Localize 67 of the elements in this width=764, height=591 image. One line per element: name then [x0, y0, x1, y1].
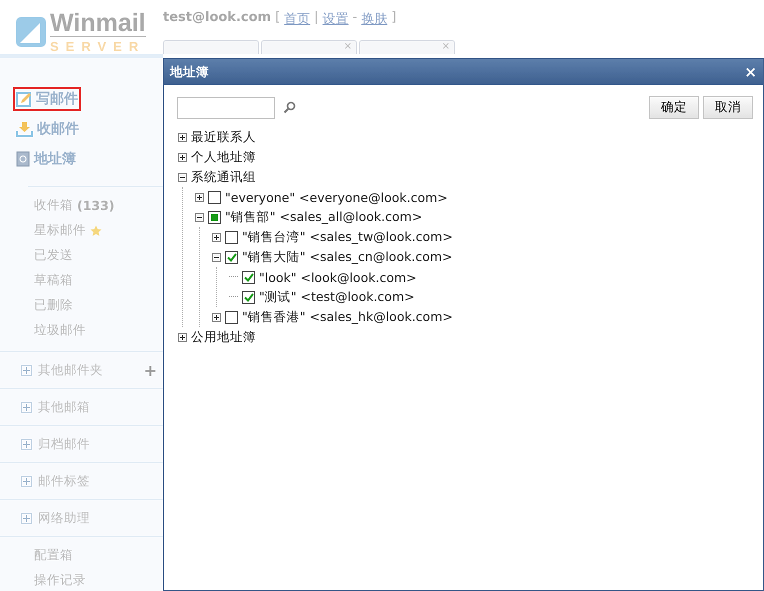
sidebar-section[interactable]: 网络助理	[38, 510, 90, 526]
dialog-title: 地址簿	[170, 64, 209, 80]
separator: |	[314, 10, 319, 27]
checkbox[interactable]	[225, 310, 238, 324]
logo-text: Winmail	[50, 10, 146, 36]
search-field[interactable]	[177, 96, 275, 118]
tree-item-label[interactable]: 公用地址簿	[191, 328, 256, 346]
expand-icon[interactable]	[178, 152, 187, 162]
dialog-button[interactable]: 取消	[703, 96, 753, 119]
sidebar-action[interactable]: 收邮件	[13, 117, 82, 141]
checkbox[interactable]	[225, 250, 238, 264]
unread-count: (133)	[77, 198, 115, 213]
tree-item-label[interactable]: 最近联系人	[191, 128, 256, 146]
folder-item[interactable]: 已删除	[34, 297, 73, 314]
sidebar-section[interactable]: 邮件标签	[38, 472, 90, 490]
close-button[interactable]: ×	[744, 63, 757, 81]
expand-icon[interactable]	[178, 332, 187, 342]
tree-item-label[interactable]: "销售台湾" <sales_tw@look.com>	[242, 228, 453, 246]
tree-item-label[interactable]: "测试" <test@look.com>	[259, 288, 415, 306]
checkbox[interactable]	[208, 210, 221, 224]
user-email: test@look.com	[163, 10, 272, 27]
folder-item[interactable]: 星标邮件	[34, 222, 86, 239]
pencil-icon	[16, 91, 32, 107]
sidebar-section[interactable]: 归档邮件	[38, 436, 90, 452]
tab[interactable]: ×	[261, 40, 357, 54]
bracket: [	[275, 10, 280, 27]
collapse-icon[interactable]	[195, 212, 204, 222]
tree-item-label[interactable]: 个人地址簿	[191, 148, 256, 166]
tree-item-label[interactable]: "销售部" <sales_all@look.com>	[225, 208, 422, 226]
sidebar-item[interactable]: 操作记录	[34, 572, 86, 589]
logo-subtitle: SERVER	[50, 38, 146, 54]
folder-item[interactable]: 已发送	[34, 247, 73, 264]
add-button[interactable]: +	[144, 360, 157, 380]
checkbox[interactable]	[242, 270, 255, 284]
tree-item-label[interactable]: "销售大陆" <sales_cn@look.com>	[242, 248, 452, 266]
tab[interactable]: ×	[359, 40, 455, 54]
expand-icon[interactable]	[212, 232, 221, 242]
skin-link[interactable]: 换肤	[361, 10, 388, 28]
sidebar-action[interactable]: 写邮件	[13, 87, 81, 111]
expand-icon[interactable]	[195, 192, 204, 202]
tree-item-label[interactable]: "everyone" <everyone@look.com>	[225, 190, 448, 204]
folder-item[interactable]: 草稿箱	[34, 272, 73, 289]
logo-icon	[16, 17, 46, 47]
bracket: ]	[391, 10, 396, 27]
inbox-icon	[16, 121, 33, 137]
folder-item[interactable]: 垃圾邮件	[34, 322, 86, 339]
sidebar-section[interactable]: 其他邮箱	[38, 398, 90, 416]
collapse-icon[interactable]	[212, 252, 221, 262]
sidebar-item[interactable]: 配置箱	[34, 547, 73, 564]
sidebar-section[interactable]: 其他邮件夹	[38, 362, 103, 378]
home-link[interactable]: 首页	[284, 10, 310, 28]
address-book-icon	[16, 151, 30, 167]
folder-item[interactable]: 收件箱	[34, 197, 73, 214]
checkbox[interactable]	[225, 230, 238, 244]
tree-item-label[interactable]: 系统通讯组	[191, 168, 256, 186]
search-icon[interactable]	[283, 101, 296, 114]
checkbox[interactable]	[242, 290, 255, 304]
tree-item-label[interactable]: "销售香港" <sales_hk@look.com>	[242, 308, 453, 326]
expand-icon[interactable]	[212, 312, 221, 322]
expand-icon[interactable]	[178, 132, 187, 142]
checkbox[interactable]	[208, 190, 221, 204]
settings-link[interactable]: 设置	[322, 10, 349, 28]
collapse-icon[interactable]	[178, 172, 187, 182]
dialog-button[interactable]: 确定	[649, 96, 699, 119]
tree-item-label[interactable]: "look" <look@look.com>	[259, 270, 417, 284]
sidebar-action[interactable]: 地址簿	[13, 147, 79, 171]
separator: -	[352, 10, 358, 27]
